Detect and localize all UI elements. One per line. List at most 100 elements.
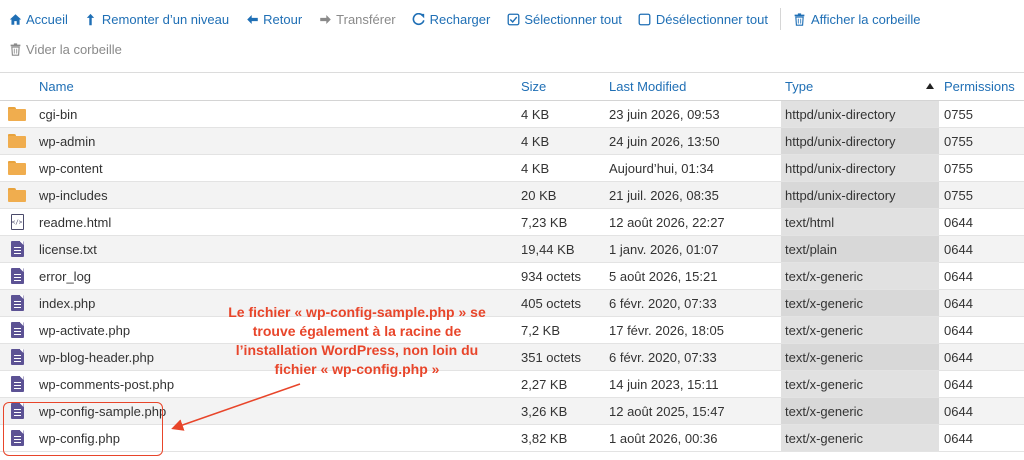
file-row[interactable]: wp-activate.php 7,2 KB 17 févr. 2026, 18:0… — [0, 317, 1024, 344]
file-row[interactable]: </> readme.html 7,23 KB 12 août 2026, 22:27… — [0, 209, 1024, 236]
file-size: 934 octets — [521, 268, 581, 284]
file-last-modified: 24 juin 2026, 13:50 — [609, 133, 720, 149]
file-permissions[interactable]: 0644 — [944, 344, 1024, 370]
column-header-type[interactable]: Type — [781, 73, 939, 100]
html-file-icon: </> — [10, 214, 24, 230]
folder-icon — [8, 134, 26, 148]
afficher-la-corbeille-button[interactable]: Afficher la corbeille — [785, 4, 929, 34]
callout-annotation: Le fichier « wp-config-sample.php » se t… — [212, 303, 502, 379]
file-type: text/x-generic — [781, 371, 939, 397]
file-row[interactable]: cgi-bin 4 KB 23 juin 2026, 09:53 httpd/unix… — [0, 101, 1024, 128]
toolbar-separator — [779, 8, 781, 30]
text-file-icon — [10, 268, 24, 284]
file-row[interactable]: error_log 934 octets 5 août 2026, 15:21 tex… — [0, 263, 1024, 290]
file-type: text/x-generic — [781, 290, 939, 316]
retour-button[interactable]: Retour — [237, 4, 310, 34]
file-last-modified: 12 août 2026, 22:27 — [609, 214, 725, 230]
transferer-button[interactable]: Transférer — [310, 4, 403, 34]
file-name[interactable]: license.txt — [39, 236, 509, 262]
file-row[interactable]: wp-includes 20 KB 21 juil. 2026, 08:35 http… — [0, 182, 1024, 209]
file-row[interactable]: wp-comments-post.php 2,27 KB 14 juin 2023,… — [0, 371, 1024, 398]
file-last-modified: 12 août 2025, 15:47 — [609, 403, 725, 419]
column-header-name[interactable]: Name — [39, 73, 509, 100]
file-type: text/x-generic — [781, 344, 939, 370]
file-permissions[interactable]: 0755 — [944, 101, 1024, 127]
file-type: text/html — [781, 209, 939, 235]
file-last-modified: 1 août 2026, 00:36 — [609, 430, 718, 446]
file-size: 7,23 KB — [521, 214, 568, 230]
file-row[interactable]: license.txt 19,44 KB 1 janv. 2026, 01:07 te… — [0, 236, 1024, 263]
file-size: 2,27 KB — [521, 376, 568, 392]
toolbar-button-label: Vider la corbeille — [26, 41, 122, 57]
trash-icon — [793, 12, 807, 26]
file-type: httpd/unix-directory — [781, 101, 939, 127]
file-icon-cell — [0, 263, 34, 289]
folder-icon — [8, 188, 26, 202]
file-size: 7,2 KB — [521, 322, 561, 338]
file-last-modified: Aujourd’hui, 01:34 — [609, 160, 714, 176]
toolbar-button-label: Retour — [263, 11, 303, 27]
file-name[interactable]: wp-includes — [39, 182, 509, 208]
file-permissions[interactable]: 0644 — [944, 290, 1024, 316]
file-permissions[interactable]: 0755 — [944, 182, 1024, 208]
file-row[interactable]: wp-content 4 KB Aujourd’hui, 01:34 httpd/un… — [0, 155, 1024, 182]
arrow-left-icon — [245, 12, 259, 26]
file-icon-cell — [0, 317, 34, 343]
file-type: text/plain — [781, 236, 939, 262]
file-permissions[interactable]: 0644 — [944, 317, 1024, 343]
file-icon-cell — [0, 155, 34, 181]
file-name[interactable]: wp-content — [39, 155, 509, 181]
file-row[interactable]: wp-admin 4 KB 24 juin 2026, 13:50 httpd/uni… — [0, 128, 1024, 155]
column-header-last-modified[interactable]: Last Modified — [609, 73, 781, 100]
file-last-modified: 17 févr. 2026, 18:05 — [609, 322, 724, 338]
annotation-line: Le fichier « wp-config-sample.php » se — [228, 304, 486, 320]
toolbar-button-label: Accueil — [26, 11, 68, 27]
file-permissions[interactable]: 0644 — [944, 425, 1024, 451]
text-file-icon — [10, 322, 24, 338]
file-name[interactable]: cgi-bin — [39, 101, 509, 127]
remonter-d-un-niveau-button[interactable]: Remonter d’un niveau — [76, 4, 237, 34]
file-name[interactable]: error_log — [39, 263, 509, 289]
file-row[interactable]: wp-blog-header.php 351 octets 6 févr. 2020… — [0, 344, 1024, 371]
deselectionner-tout-button[interactable]: Désélectionner tout — [630, 4, 776, 34]
file-name[interactable]: wp-admin — [39, 128, 509, 154]
column-header-size[interactable]: Size — [521, 73, 607, 100]
file-permissions[interactable]: 0644 — [944, 398, 1024, 424]
highlight-box — [3, 402, 163, 456]
file-permissions[interactable]: 0644 — [944, 263, 1024, 289]
refresh-icon — [412, 12, 426, 26]
file-icon-cell — [0, 101, 34, 127]
file-permissions[interactable]: 0644 — [944, 209, 1024, 235]
file-permissions[interactable]: 0644 — [944, 371, 1024, 397]
toolbar-row-secondary: Vider la corbeille — [0, 34, 130, 64]
file-type: httpd/unix-directory — [781, 128, 939, 154]
file-size: 3,82 KB — [521, 430, 568, 446]
selectionner-tout-button[interactable]: Sélectionner tout — [498, 4, 630, 34]
file-icon-cell — [0, 290, 34, 316]
file-size: 4 KB — [521, 160, 550, 176]
column-header-permissions[interactable]: Permissions — [944, 73, 1024, 100]
trash-icon — [8, 42, 22, 56]
level-up-icon — [84, 12, 98, 26]
file-last-modified: 21 juil. 2026, 08:35 — [609, 187, 719, 203]
file-icon-cell — [0, 344, 34, 370]
file-icon-cell — [0, 128, 34, 154]
file-name[interactable]: readme.html — [39, 209, 509, 235]
recharger-button[interactable]: Recharger — [404, 4, 499, 34]
text-file-icon — [10, 241, 24, 257]
folder-icon — [8, 107, 26, 121]
vider-la-corbeille-button[interactable]: Vider la corbeille — [0, 34, 130, 64]
checkbox-empty-icon — [638, 12, 652, 26]
file-row[interactable]: index.php 405 octets 6 févr. 2020, 07:33 te… — [0, 290, 1024, 317]
file-icon-cell — [0, 182, 34, 208]
file-permissions[interactable]: 0644 — [944, 236, 1024, 262]
file-type: text/x-generic — [781, 317, 939, 343]
accueil-button[interactable]: Accueil — [0, 4, 76, 34]
file-permissions[interactable]: 0755 — [944, 128, 1024, 154]
toolbar-button-label: Remonter d’un niveau — [101, 11, 230, 27]
file-last-modified: 6 févr. 2020, 07:33 — [609, 295, 717, 311]
file-type: httpd/unix-directory — [781, 182, 939, 208]
file-icon-cell — [0, 371, 34, 397]
file-permissions[interactable]: 0755 — [944, 155, 1024, 181]
file-last-modified: 1 janv. 2026, 01:07 — [609, 241, 719, 257]
